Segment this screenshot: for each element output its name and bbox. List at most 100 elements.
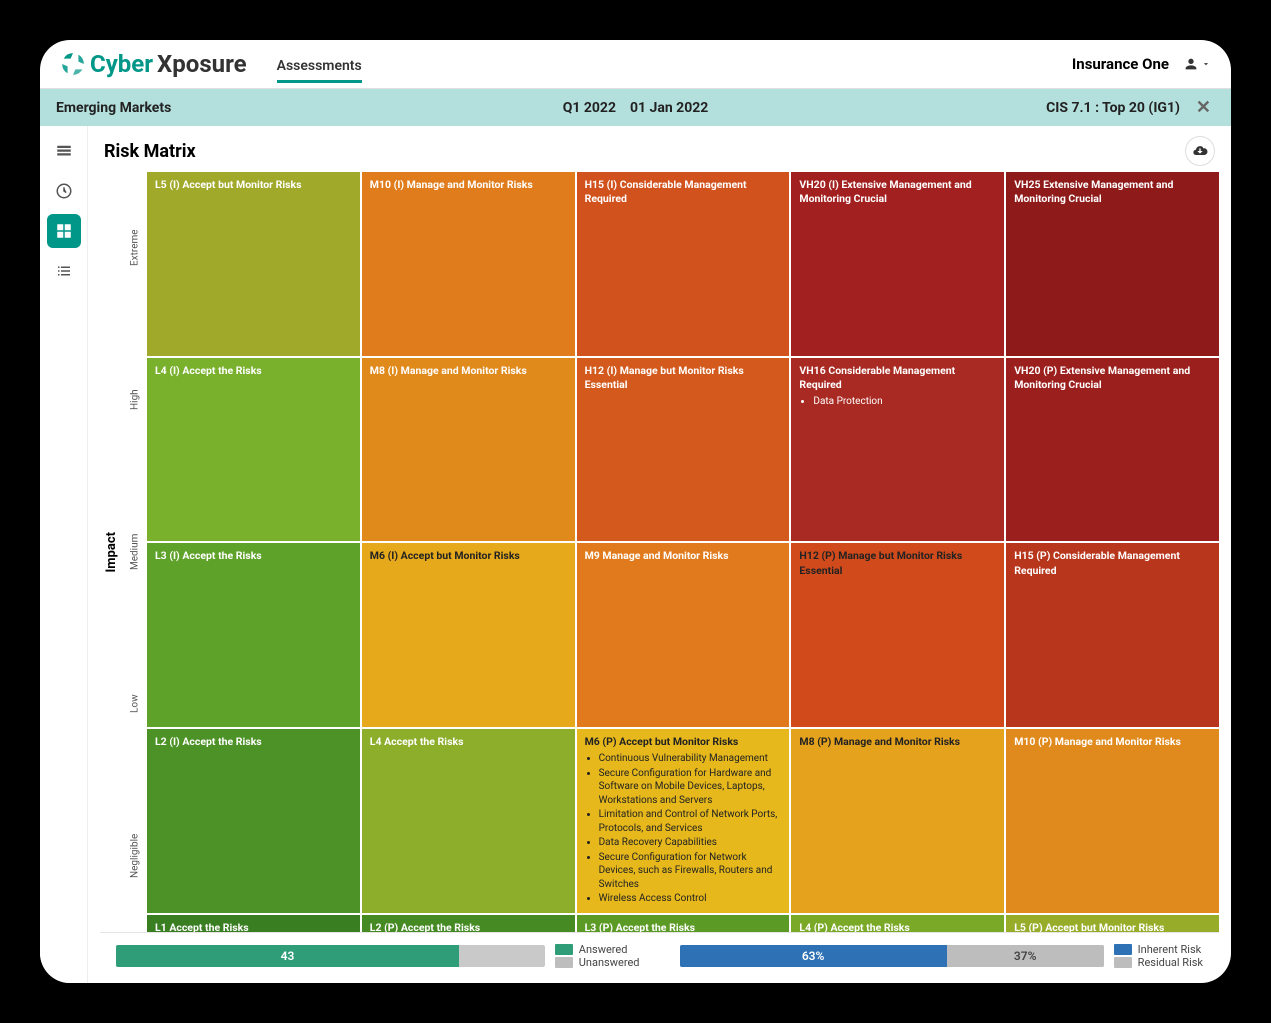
matrix-cell[interactable]: H15 (P) Considerable Management Required: [1006, 543, 1219, 727]
cell-title: M8 (I) Manage and Monitor Risks: [370, 364, 567, 378]
matrix-cell[interactable]: M10 (I) Manage and Monitor Risks: [362, 172, 575, 356]
topbar: CyberXposure Assessments Insurance One: [40, 40, 1231, 89]
footer-stats: 43 Answered Unanswered 63% 37%: [100, 932, 1219, 983]
legend-answered: Answered: [579, 943, 628, 956]
matrix-cell[interactable]: L5 (I) Accept but Monitor Risks: [147, 172, 360, 356]
context-framework: CIS 7.1 : Top 20 (IG1): [1046, 100, 1180, 116]
cell-title: L5 (I) Accept but Monitor Risks: [155, 178, 352, 192]
context-market: Emerging Markets: [56, 100, 171, 116]
cell-item: Limitation and Control of Network Ports,…: [599, 808, 782, 835]
matrix-cell[interactable]: L4 (P) Accept the Risks: [791, 915, 1004, 932]
matrix-cell[interactable]: H15 (I) Considerable Management Required: [577, 172, 790, 356]
matrix-cell[interactable]: L3 (P) Accept the Risks: [577, 915, 790, 932]
cell-title: L2 (P) Accept the Risks: [370, 921, 567, 932]
y-axis-label: Impact: [100, 532, 123, 573]
cell-title: M10 (P) Manage and Monitor Risks: [1014, 735, 1211, 749]
cell-title: M9 Manage and Monitor Risks: [585, 549, 782, 563]
matrix-cell[interactable]: M8 (P) Manage and Monitor Risks: [791, 729, 1004, 913]
download-button[interactable]: [1185, 136, 1215, 166]
cell-item: Data Recovery Capabilities: [599, 836, 782, 850]
cloud-download-icon: [1192, 143, 1208, 159]
tenant-name: Insurance One: [1072, 55, 1169, 73]
cell-title: VH20 (P) Extensive Management and Monito…: [1014, 364, 1211, 392]
side-rail: [40, 126, 88, 983]
matrix-cell[interactable]: M8 (I) Manage and Monitor Risks: [362, 358, 575, 542]
y-tick: High: [123, 324, 147, 476]
cell-item: Continuous Vulnerability Management: [599, 752, 782, 766]
y-tick: Medium: [123, 476, 147, 628]
legend-residual: Residual Risk: [1138, 956, 1203, 969]
matrix-cell[interactable]: VH25 Extensive Management and Monitoring…: [1006, 172, 1219, 356]
logo-text-2: Xposure: [157, 50, 247, 78]
residual-segment: 37%: [947, 945, 1104, 967]
cell-title: L1 Accept the Risks: [155, 921, 352, 932]
matrix-cell[interactable]: L4 (I) Accept the Risks: [147, 358, 360, 542]
y-tick: Negligible: [123, 780, 147, 932]
y-tick: Low: [123, 628, 147, 780]
cell-title: L3 (I) Accept the Risks: [155, 549, 352, 563]
answered-segment: 43: [116, 945, 459, 967]
matrix-cell[interactable]: L4 Accept the Risks: [362, 729, 575, 913]
inherent-segment: 63%: [680, 945, 947, 967]
cell-title: VH16 Considerable Management Required: [799, 364, 996, 392]
cell-title: H15 (P) Considerable Management Required: [1014, 549, 1211, 577]
cell-items: Data Protection: [813, 395, 996, 409]
context-bar: Emerging Markets Q1 2022 01 Jan 2022 CIS…: [40, 89, 1231, 126]
matrix-cell[interactable]: VH20 (P) Extensive Management and Monito…: [1006, 358, 1219, 542]
matrix-cell[interactable]: VH16 Considerable Management Required Dat…: [791, 358, 1004, 542]
cell-title: VH20 (I) Extensive Management and Monito…: [799, 178, 996, 206]
cell-title: M10 (I) Manage and Monitor Risks: [370, 178, 567, 192]
rail-btn-clock[interactable]: [47, 174, 81, 208]
cell-title: M6 (P) Accept but Monitor Risks: [585, 735, 782, 749]
matrix-cell[interactable]: L5 (P) Accept but Monitor Risks: [1006, 915, 1219, 932]
cell-title: H12 (P) Manage but Monitor Risks Essenti…: [799, 549, 996, 577]
logo-text-1: Cyber: [90, 50, 153, 78]
user-menu[interactable]: [1183, 56, 1211, 72]
matrix-cell[interactable]: M10 (P) Manage and Monitor Risks: [1006, 729, 1219, 913]
logo-icon: [60, 51, 86, 77]
user-icon: [1183, 56, 1199, 72]
tab-assessments[interactable]: Assessments: [277, 52, 362, 83]
cell-item: Wireless Access Control: [599, 892, 782, 906]
legend-unanswered: Unanswered: [579, 956, 640, 969]
cell-title: L4 (P) Accept the Risks: [799, 921, 996, 932]
legend-inherent: Inherent Risk: [1138, 943, 1202, 956]
risk-bar: 63% 37%: [680, 945, 1104, 967]
rail-btn-list[interactable]: [47, 254, 81, 288]
matrix-cell[interactable]: H12 (P) Manage but Monitor Risks Essenti…: [791, 543, 1004, 727]
cell-item: Data Protection: [813, 395, 996, 409]
close-icon[interactable]: ✕: [1192, 97, 1215, 118]
cell-title: M6 (I) Accept but Monitor Risks: [370, 549, 567, 563]
rail-btn-stack[interactable]: [47, 134, 81, 168]
matrix-cell[interactable]: H12 (I) Manage but Monitor Risks Essenti…: [577, 358, 790, 542]
cell-items: Continuous Vulnerability ManagementSecur…: [599, 752, 782, 906]
matrix-cell[interactable]: M9 Manage and Monitor Risks: [577, 543, 790, 727]
context-period: Q1 2022: [563, 100, 616, 116]
matrix-cell[interactable]: L1 Accept the RisksMalware Defenses: [147, 915, 360, 932]
rail-btn-matrix[interactable]: [47, 214, 81, 248]
risk-matrix-grid: L5 (I) Accept but Monitor Risks M10 (I) M…: [147, 172, 1219, 932]
matrix-cell[interactable]: L3 (I) Accept the Risks: [147, 543, 360, 727]
cell-title: M8 (P) Manage and Monitor Risks: [799, 735, 996, 749]
matrix-cell[interactable]: VH20 (I) Extensive Management and Monito…: [791, 172, 1004, 356]
cell-title: L3 (P) Accept the Risks: [585, 921, 782, 932]
cell-title: L2 (I) Accept the Risks: [155, 735, 352, 749]
cell-title: H12 (I) Manage but Monitor Risks Essenti…: [585, 364, 782, 392]
nav-tabs: Assessments: [277, 55, 362, 74]
matrix-cell[interactable]: L2 (I) Accept the Risks: [147, 729, 360, 913]
matrix-cell[interactable]: L2 (P) Accept the RisksInventory and Con…: [362, 915, 575, 932]
logo: CyberXposure: [60, 50, 247, 78]
context-date: 01 Jan 2022: [630, 100, 708, 116]
page-title: Risk Matrix: [104, 141, 196, 162]
cell-item: Secure Configuration for Hardware and So…: [599, 767, 782, 808]
cell-item: Secure Configuration for Network Devices…: [599, 851, 782, 892]
y-tick: Extreme: [123, 172, 147, 324]
chevron-down-icon: [1201, 59, 1211, 69]
matrix-cell[interactable]: M6 (P) Accept but Monitor Risks Continuou…: [577, 729, 790, 913]
answered-bar: 43: [116, 945, 545, 967]
cell-title: VH25 Extensive Management and Monitoring…: [1014, 178, 1211, 206]
matrix-cell[interactable]: M6 (I) Accept but Monitor Risks: [362, 543, 575, 727]
cell-title: L5 (P) Accept but Monitor Risks: [1014, 921, 1211, 932]
cell-title: H15 (I) Considerable Management Required: [585, 178, 782, 206]
cell-title: L4 (I) Accept the Risks: [155, 364, 352, 378]
